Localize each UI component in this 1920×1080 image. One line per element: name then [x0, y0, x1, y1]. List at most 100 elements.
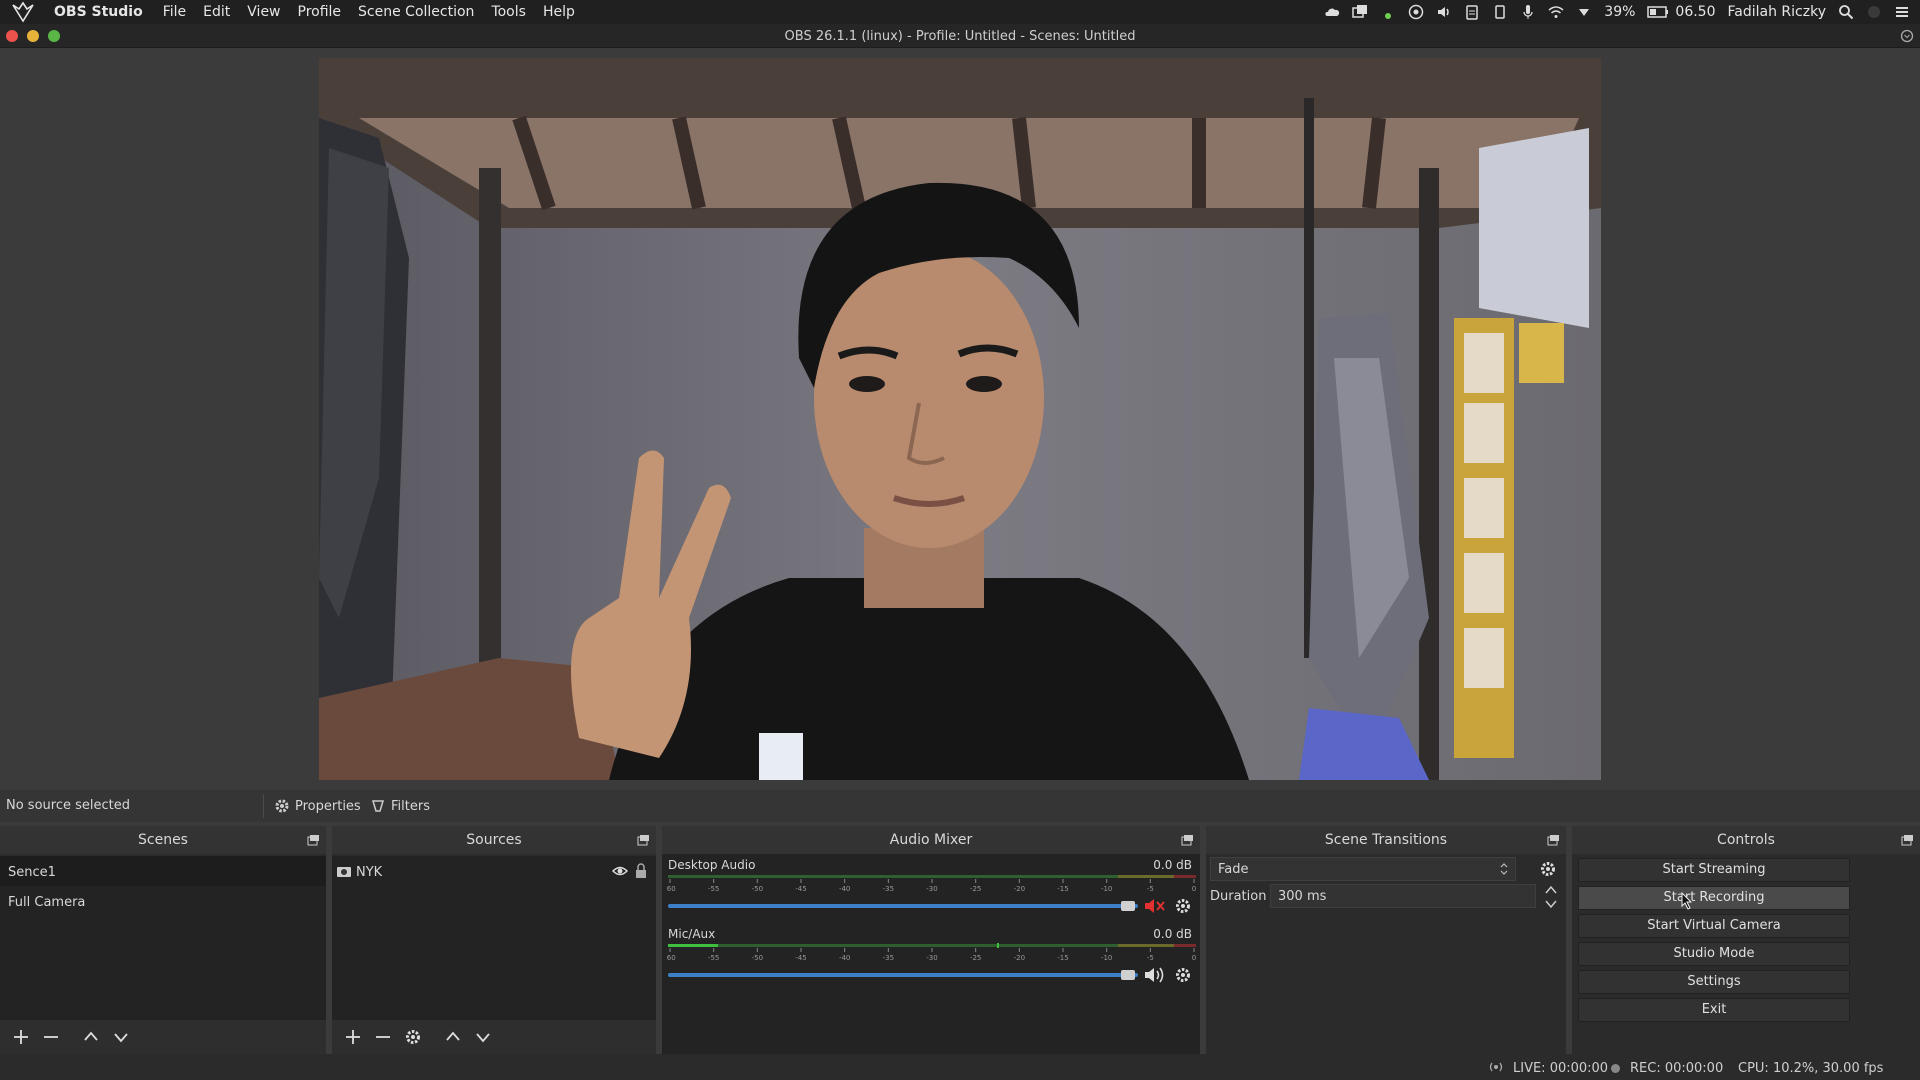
lock-icon[interactable]	[634, 863, 648, 879]
meter-tick-label: -55	[708, 885, 719, 893]
audio-mixer-dock: Audio Mixer Desktop Audio 0.0 dB -60 -55 -…	[662, 826, 1200, 1054]
meter-tick-label: -25	[970, 954, 981, 962]
desktop-audio-volume-handle[interactable]	[1121, 901, 1135, 911]
live-time: LIVE: 00:00:00	[1513, 1061, 1609, 1076]
wifi-icon[interactable]	[1548, 4, 1564, 20]
duration-stepper-icon[interactable]	[1543, 884, 1559, 910]
start-virtual-camera-button[interactable]: Start Virtual Camera	[1578, 914, 1850, 938]
duration-label: Duration	[1210, 889, 1267, 904]
move-up-icon[interactable]	[82, 1028, 100, 1046]
scene-transitions-title: Scene Transitions	[1206, 826, 1566, 854]
rec-time: REC: 00:00:00	[1630, 1061, 1724, 1076]
meter-tick-label: -35	[883, 885, 894, 893]
scenes-dock: Scenes Sence1 Full Camera	[0, 826, 326, 1054]
add-source-icon[interactable]	[344, 1028, 362, 1046]
sources-toolbar	[332, 1020, 656, 1054]
menu-tools[interactable]: Tools	[491, 4, 526, 20]
meter-tick-label: -60	[667, 954, 676, 962]
undock-icon[interactable]	[1901, 834, 1914, 846]
menu-profile[interactable]: Profile	[298, 4, 342, 20]
live-signal-icon	[1487, 1060, 1505, 1074]
start-streaming-button[interactable]: Start Streaming	[1578, 858, 1850, 882]
menu-help[interactable]: Help	[543, 4, 575, 20]
meter-tick-label: 0	[1192, 954, 1196, 962]
source-settings-gear-icon[interactable]	[404, 1028, 422, 1046]
properties-label: Properties	[295, 798, 361, 814]
undock-icon[interactable]	[1547, 834, 1560, 846]
meter-tick-label: -5	[1147, 954, 1154, 962]
hamburger-menu-icon[interactable]	[1894, 4, 1910, 20]
audio-settings-gear-icon[interactable]	[1174, 966, 1192, 984]
move-down-icon[interactable]	[112, 1028, 130, 1046]
window-menu-icon[interactable]	[1900, 29, 1914, 43]
transition-select[interactable]: Fade	[1210, 857, 1516, 881]
mic-aux-meter: -60-55-50-45-40-35-30-25-20-15-10-50	[667, 943, 1196, 962]
source-item[interactable]: NYK	[332, 856, 656, 886]
notification-icon[interactable]	[1866, 4, 1882, 20]
filters-label: Filters	[391, 798, 430, 814]
window-switcher-icon[interactable]	[1352, 4, 1368, 20]
visibility-eye-icon[interactable]	[612, 864, 628, 878]
status-bar: LIVE: 00:00:00 REC: 00:00:00 CPU: 10.2%,…	[0, 1054, 1920, 1080]
exit-button[interactable]: Exit	[1578, 998, 1850, 1022]
meter-tick-label: -15	[1057, 954, 1068, 962]
audio-mixer-title: Audio Mixer	[662, 826, 1200, 854]
filters-button[interactable]: Filters	[370, 798, 430, 814]
move-down-icon[interactable]	[474, 1028, 492, 1046]
chrome-icon[interactable]	[1408, 4, 1424, 20]
mic-aux-volume-slider[interactable]	[668, 973, 1138, 977]
meter-tick-label: -25	[970, 885, 981, 893]
scene-item[interactable]: Full Camera	[0, 886, 326, 916]
settings-button[interactable]: Settings	[1578, 970, 1850, 994]
menu-file[interactable]: File	[163, 4, 186, 20]
dropdown-triangle-icon[interactable]	[1576, 4, 1592, 20]
remove-scene-icon[interactable]	[42, 1028, 60, 1046]
studio-mode-button[interactable]: Studio Mode	[1578, 942, 1850, 966]
controls-dock: Controls Start Streaming Start Recording…	[1572, 826, 1920, 1054]
microphone-icon[interactable]	[1520, 4, 1536, 20]
duration-spinbox[interactable]: 300 ms	[1270, 884, 1536, 908]
undock-icon[interactable]	[1181, 834, 1194, 846]
clock[interactable]: 06.50	[1675, 4, 1715, 20]
user-name[interactable]: Fadilah Riczky	[1728, 4, 1826, 20]
meter-tick-label: -45	[795, 954, 806, 962]
start-recording-button[interactable]: Start Recording	[1578, 886, 1850, 910]
undock-icon[interactable]	[307, 834, 320, 846]
undock-icon[interactable]	[637, 834, 650, 846]
gear-icon	[275, 799, 289, 813]
properties-button[interactable]: Properties	[274, 798, 361, 814]
mouse-cursor-icon	[1681, 892, 1693, 910]
audio-settings-gear-icon[interactable]	[1174, 897, 1192, 915]
meter-tick-label: -35	[883, 954, 894, 962]
device-icon[interactable]	[1492, 4, 1508, 20]
app-name[interactable]: OBS Studio	[54, 4, 143, 20]
muted-speaker-icon[interactable]	[1143, 896, 1167, 916]
menu-scene-collection[interactable]: Scene Collection	[358, 4, 474, 20]
menu-edit[interactable]: Edit	[203, 4, 230, 20]
window-title-bar: OBS 26.1.1 (linux) - Profile: Untitled -…	[0, 24, 1920, 48]
menu-view[interactable]: View	[247, 4, 280, 20]
speaker-icon[interactable]	[1143, 965, 1167, 985]
speaker-icon[interactable]	[1436, 4, 1452, 20]
remove-source-icon[interactable]	[374, 1028, 392, 1046]
scene-transitions-dock: Scene Transitions Fade Duration 300 ms	[1206, 826, 1566, 1054]
search-icon[interactable]	[1838, 4, 1854, 20]
meter-ticks: -60-55-50-45-40-35-30-25-20-15-10-50	[667, 879, 1196, 893]
meter-tick-label: -30	[926, 885, 937, 893]
scene-list[interactable]: Sence1 Full Camera	[0, 856, 326, 1020]
scene-item[interactable]: Sence1	[0, 856, 326, 886]
add-scene-icon[interactable]	[12, 1028, 30, 1046]
mic-aux-volume-handle[interactable]	[1121, 970, 1135, 980]
battery-percent: 39%	[1604, 4, 1636, 20]
cloud-icon[interactable]	[1324, 4, 1340, 20]
source-list[interactable]: NYK	[332, 856, 656, 1020]
transition-settings-gear-icon[interactable]	[1539, 860, 1557, 878]
clipboard-icon[interactable]	[1464, 4, 1480, 20]
battery-icon[interactable]	[1647, 4, 1669, 20]
program-preview[interactable]	[319, 58, 1601, 780]
desktop-audio-meter: -60-55-50-45-40-35-30-25-20-15-10-50	[667, 875, 1196, 893]
move-up-icon[interactable]	[444, 1028, 462, 1046]
desktop-audio-volume-slider[interactable]	[668, 904, 1138, 908]
sources-title: Sources	[332, 826, 656, 854]
app-logo-icon[interactable]	[10, 1, 36, 23]
